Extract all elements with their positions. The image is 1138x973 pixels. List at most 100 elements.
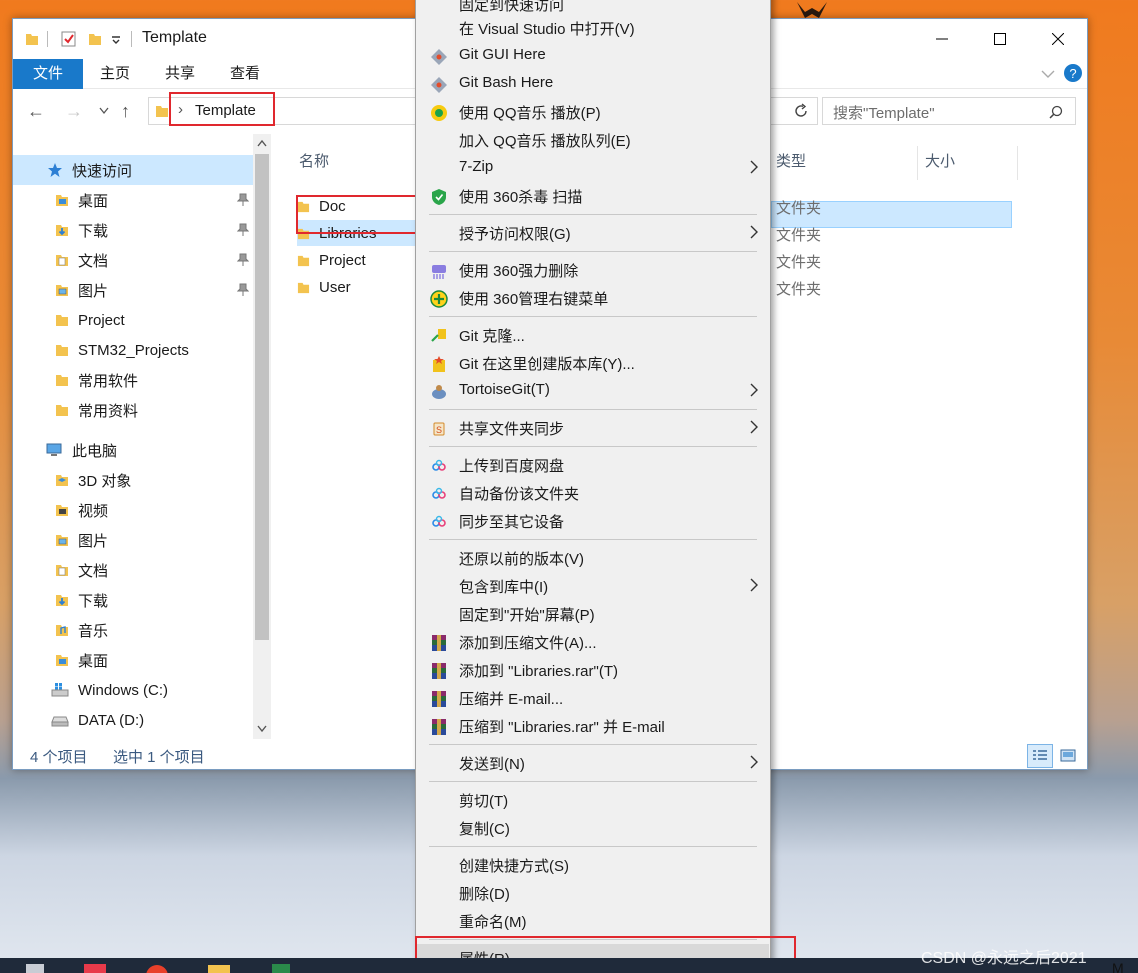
pin-icon[interactable] [237, 223, 249, 237]
nav-item-drive-c[interactable]: Windows (C:) [13, 675, 253, 705]
minimize-button[interactable] [913, 19, 971, 59]
menu-item-git-create-repo[interactable]: Git 在这里创建版本库(Y)... [417, 349, 769, 377]
pin-icon[interactable] [237, 283, 249, 297]
scroll-up-chevron-icon[interactable] [257, 139, 267, 147]
back-arrow-icon[interactable]: ← [27, 101, 45, 122]
folder-icon [297, 255, 310, 266]
nav-item-documents[interactable]: 文档 [13, 245, 253, 275]
taskbar-browser-icon[interactable] [144, 962, 170, 973]
customize-toolbar-chevron-icon[interactable] [111, 31, 121, 47]
column-header-type[interactable]: 类型 [776, 150, 806, 171]
taskbar-file-explorer-icon[interactable] [206, 962, 232, 973]
taskbar-app-icon[interactable] [268, 962, 294, 973]
menu-item-git-bash[interactable]: Git Bash Here [417, 70, 769, 98]
menu-item-qq-music-play[interactable]: 使用 QQ音乐 播放(P) [417, 98, 769, 126]
up-arrow-icon[interactable]: ↑ [121, 101, 130, 122]
nav-item-stm32-projects[interactable]: STM32_Projects [13, 335, 253, 365]
menu-item-360-manage-menu[interactable]: 使用 360管理右键菜单 [417, 284, 769, 312]
menu-label: 发送到(N) [459, 756, 525, 773]
menu-item-pin-start[interactable]: 固定到"开始"屏幕(P) [417, 600, 769, 628]
pin-icon[interactable] [237, 193, 249, 207]
help-icon[interactable]: ? [1063, 63, 1083, 83]
menu-item-add-archive[interactable]: 添加到压缩文件(A)... [417, 628, 769, 656]
corner-text: M [1112, 960, 1124, 973]
expand-ribbon-chevron-icon[interactable] [1041, 69, 1055, 79]
list-item[interactable]: User [297, 274, 351, 300]
tab-share[interactable]: 共享 [158, 59, 202, 89]
pin-icon[interactable] [237, 253, 249, 267]
menu-item-copy[interactable]: 复制(C) [417, 814, 769, 842]
menu-item-open-visual-studio[interactable]: 在 Visual Studio 中打开(V) [417, 14, 769, 42]
taskbar-app-icon[interactable] [82, 962, 108, 973]
menu-item-rename[interactable]: 重命名(M) [417, 907, 769, 935]
nav-this-pc[interactable]: 此电脑 [13, 435, 253, 465]
search-input[interactable]: 搜索"Template" [822, 97, 1076, 125]
nav-item-desktop[interactable]: 桌面 [13, 185, 253, 215]
menu-item-tortoisegit[interactable]: TortoiseGit(T) [417, 377, 769, 405]
menu-item-7zip[interactable]: 7-Zip [417, 154, 769, 182]
nav-item-downloads[interactable]: 下载 [13, 215, 253, 245]
forward-arrow-icon[interactable]: → [65, 101, 83, 122]
nav-item-common-materials[interactable]: 常用资料 [13, 395, 253, 425]
menu-item-qq-music-queue[interactable]: 加入 QQ音乐 播放队列(E) [417, 126, 769, 154]
nav-label: 常用软件 [78, 372, 139, 390]
close-button[interactable] [1029, 19, 1087, 59]
menu-item-git-gui[interactable]: Git GUI Here [417, 42, 769, 70]
menu-item-delete[interactable]: 删除(D) [417, 879, 769, 907]
submenu-arrow-icon [750, 225, 758, 239]
properties-check-icon[interactable] [61, 31, 77, 47]
menu-item-create-shortcut[interactable]: 创建快捷方式(S) [417, 851, 769, 879]
nav-item-downloads-pc[interactable]: 下载 [13, 585, 253, 615]
nav-item-videos[interactable]: 视频 [13, 495, 253, 525]
list-item[interactable]: Project [297, 247, 366, 273]
menu-item-include-library[interactable]: 包含到库中(I) [417, 572, 769, 600]
nav-item-documents-pc[interactable]: 文档 [13, 555, 253, 585]
menu-item-send-to[interactable]: 发送到(N) [417, 749, 769, 777]
details-view-icon [1033, 750, 1047, 760]
taskbar-app-icon[interactable] [22, 962, 48, 973]
column-header-size[interactable]: 大小 [925, 150, 955, 171]
large-icons-view-button[interactable] [1055, 744, 1081, 768]
nav-item-desktop-pc[interactable]: 桌面 [13, 645, 253, 675]
nav-item-3d-objects[interactable]: 3D 对象 [13, 465, 253, 495]
search-icon[interactable] [1049, 105, 1063, 119]
menu-item-restore-previous[interactable]: 还原以前的版本(V) [417, 544, 769, 572]
menu-item-git-clone[interactable]: Git 克隆... [417, 321, 769, 349]
scroll-down-chevron-icon[interactable] [257, 725, 267, 733]
menu-item-grant-access[interactable]: 授予访问权限(G) [417, 219, 769, 247]
recent-locations-chevron-icon[interactable] [99, 107, 109, 115]
nav-quick-access[interactable]: 快速访问 [13, 155, 253, 185]
menu-item-baidu-auto-backup[interactable]: 自动备份该文件夹 [417, 479, 769, 507]
nav-item-music[interactable]: 音乐 [13, 615, 253, 645]
menu-item-share-folder-sync[interactable]: S 共享文件夹同步 [417, 414, 769, 442]
tab-view[interactable]: 查看 [223, 59, 267, 89]
360-plus-icon [430, 290, 448, 308]
menu-item-cut[interactable]: 剪切(T) [417, 786, 769, 814]
nav-item-project[interactable]: Project [13, 305, 253, 335]
tab-home[interactable]: 主页 [93, 59, 137, 89]
details-view-button[interactable] [1027, 744, 1053, 768]
menu-item-add-libraries-rar[interactable]: 添加到 "Libraries.rar"(T) [417, 656, 769, 684]
menu-item-compress-libraries-email[interactable]: 压缩到 "Libraries.rar" 并 E-mail [417, 712, 769, 740]
nav-scrollbar[interactable] [253, 134, 271, 739]
menu-item-baidu-upload[interactable]: 上传到百度网盘 [417, 451, 769, 479]
tab-file[interactable]: 文件 [13, 59, 83, 89]
nav-item-pictures-pc[interactable]: 图片 [13, 525, 253, 555]
column-header-name[interactable]: 名称 [299, 150, 329, 171]
nav-item-pictures[interactable]: 图片 [13, 275, 253, 305]
refresh-button[interactable] [788, 98, 814, 124]
menu-item-360-force-delete[interactable]: 使用 360强力删除 [417, 256, 769, 284]
menu-item-baidu-sync-devices[interactable]: 同步至其它设备 [417, 507, 769, 535]
nav-item-drive-d[interactable]: DATA (D:) [13, 705, 253, 735]
scrollbar-thumb[interactable] [255, 154, 269, 640]
menu-label: 复制(C) [459, 821, 510, 838]
menu-label: 使用 360强力删除 [459, 263, 579, 280]
menu-label: 使用 360管理右键菜单 [459, 291, 609, 308]
maximize-button[interactable] [971, 19, 1029, 59]
menu-item-360-scan[interactable]: 使用 360杀毒 扫描 [417, 182, 769, 210]
menu-item-compress-email[interactable]: 压缩并 E-mail... [417, 684, 769, 712]
nav-item-common-software[interactable]: 常用软件 [13, 365, 253, 395]
nav-label: 视频 [78, 502, 109, 520]
nav-label: 此电脑 [72, 442, 118, 460]
new-folder-icon[interactable] [88, 31, 102, 47]
